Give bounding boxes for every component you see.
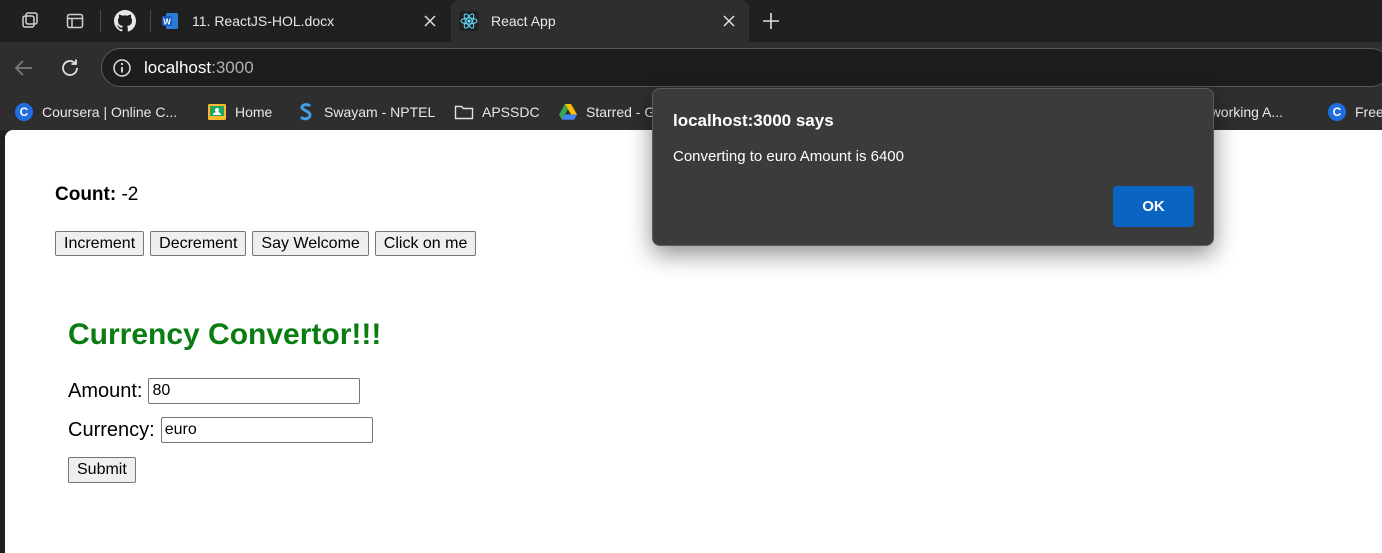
url-port: :3000: [211, 58, 254, 77]
bookmark-swayam[interactable]: Swayam - NPTEL: [296, 99, 435, 125]
classroom-icon: [207, 102, 227, 122]
amount-row: Amount:: [68, 378, 361, 404]
currency-row: Currency:: [68, 417, 373, 443]
count-display: Count: -2: [55, 184, 138, 206]
url-text: localhost:3000: [144, 58, 254, 78]
close-icon[interactable]: [719, 11, 739, 31]
counter-buttons: Increment Decrement Say Welcome Click on…: [55, 231, 477, 256]
tab-word-document[interactable]: W 11. ReactJS-HOL.docx: [152, 0, 450, 42]
tab-title: 11. ReactJS-HOL.docx: [192, 13, 335, 29]
tab-actions-icon[interactable]: [62, 8, 88, 34]
click-on-me-button[interactable]: Click on me: [374, 231, 477, 256]
bookmark-label: Coursera | Online C...: [42, 104, 178, 120]
amount-label: Amount:: [68, 379, 143, 402]
currency-input[interactable]: [160, 417, 373, 443]
bookmark-label: Home: [235, 104, 273, 120]
google-drive-icon: [558, 102, 578, 122]
tab-strip: W 11. ReactJS-HOL.docx React App: [0, 0, 1382, 42]
bookmark-label: Starred - G: [586, 104, 656, 120]
tab-separator: [100, 10, 101, 32]
close-icon[interactable]: [420, 11, 440, 31]
github-icon[interactable]: [112, 8, 138, 34]
count-label: Count:: [55, 184, 117, 205]
tab-react-app[interactable]: React App: [451, 0, 749, 42]
bookmark-starred-drive[interactable]: Starred - G: [558, 99, 655, 125]
workspaces-icon[interactable]: [17, 8, 43, 34]
increment-button[interactable]: Increment: [55, 231, 145, 256]
svg-text:W: W: [163, 18, 171, 27]
converter-heading: Currency Convertor!!!: [68, 318, 382, 351]
dialog-title: localhost:3000 says: [673, 111, 834, 130]
currency-label: Currency:: [68, 418, 155, 441]
new-tab-plus-icon[interactable]: [758, 8, 784, 34]
tab-separator: [150, 10, 151, 32]
bookmark-label: Free: [1355, 104, 1382, 120]
bookmark-label: APSSDC: [482, 104, 540, 120]
submit-button[interactable]: Submit: [68, 457, 136, 483]
count-value: -2: [121, 184, 139, 205]
url-host: localhost: [144, 58, 212, 77]
ok-button[interactable]: OK: [1113, 186, 1194, 227]
folder-icon: [454, 102, 474, 122]
coursera-icon: C: [1327, 102, 1347, 122]
coursera-icon: C: [14, 102, 34, 122]
site-info-icon[interactable]: [111, 57, 133, 79]
bookmark-coursera[interactable]: C Coursera | Online C...: [14, 99, 177, 125]
dialog-message: Converting to euro Amount is 6400: [673, 148, 904, 165]
bookmark-label: Swayam - NPTEL: [324, 104, 436, 120]
bookmark-home[interactable]: Home: [207, 99, 272, 125]
say-welcome-button[interactable]: Say Welcome: [252, 231, 369, 256]
reload-icon[interactable]: [57, 55, 83, 81]
tab-title: React App: [491, 13, 556, 29]
alert-dialog: localhost:3000 says Converting to euro A…: [652, 88, 1214, 246]
swayam-icon: [296, 102, 316, 122]
bookmark-apssdc[interactable]: APSSDC: [454, 99, 540, 125]
decrement-button[interactable]: Decrement: [150, 231, 247, 256]
address-bar[interactable]: localhost:3000: [101, 48, 1382, 87]
react-icon: [459, 11, 479, 31]
bookmark-free[interactable]: C Free: [1327, 99, 1382, 125]
amount-input[interactable]: [148, 378, 361, 404]
back-arrow-icon[interactable]: [11, 55, 37, 81]
browser-toolbar: localhost:3000: [0, 42, 1382, 94]
word-icon: W: [160, 11, 180, 31]
